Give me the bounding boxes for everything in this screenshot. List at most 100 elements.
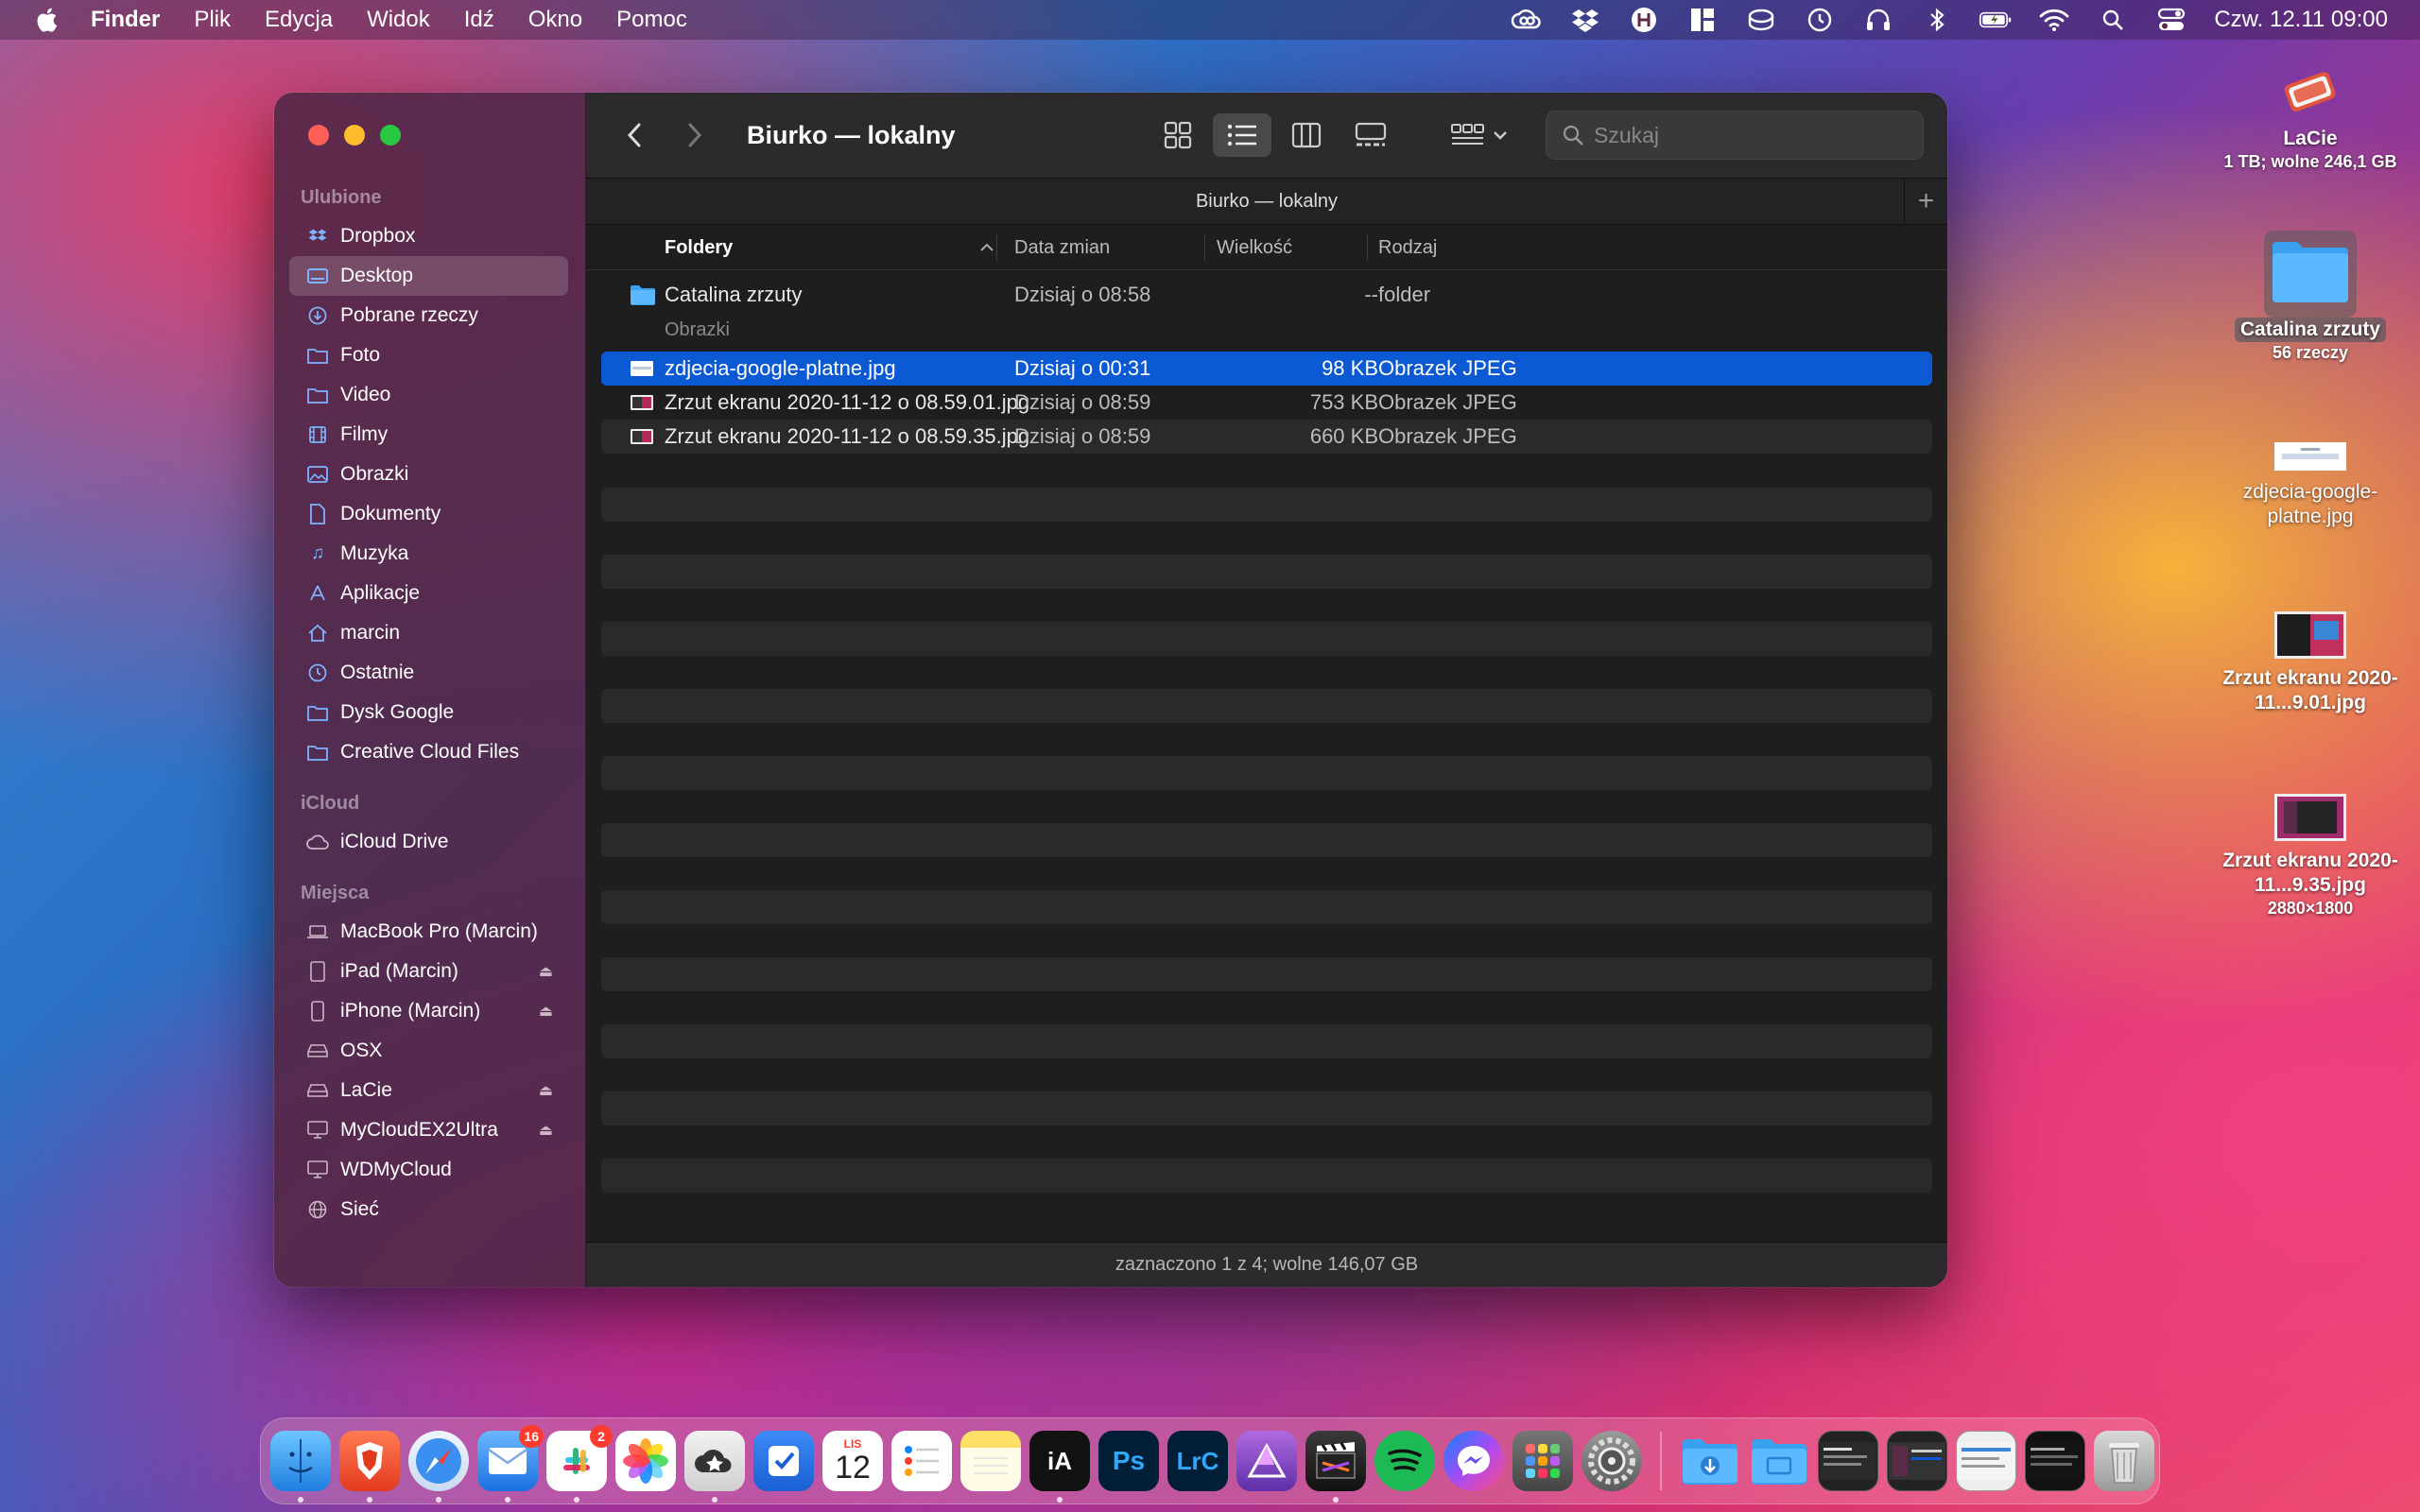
dock-calendar-icon[interactable]: LIS 12 — [822, 1431, 883, 1491]
desktop-icon-screenshot-2[interactable]: Zrzut ekranu 2020-11...9.35.jpg 2880×180… — [2216, 792, 2405, 919]
sidebar-item-mycloud-ex2[interactable]: MyCloudEX2Ultra ⏏ — [289, 1110, 568, 1150]
menu-okno[interactable]: Okno — [528, 7, 582, 33]
list-item-file[interactable]: Zrzut ekranu 2020-11-12 o 08.59.01.jpg D… — [601, 386, 1932, 420]
dock-spotify-icon[interactable] — [1374, 1431, 1435, 1491]
forward-button[interactable] — [671, 112, 718, 159]
battery-icon[interactable] — [1979, 7, 2012, 33]
dock-finder-icon[interactable] — [270, 1431, 331, 1503]
sidebar-item-iphone[interactable]: iPhone (Marcin) ⏏ — [289, 991, 568, 1031]
menu-edycja[interactable]: Edycja — [265, 7, 333, 33]
back-button[interactable] — [611, 112, 658, 159]
dock-trash-icon[interactable] — [2094, 1431, 2154, 1491]
menu-finder[interactable]: Finder — [91, 7, 160, 33]
group-by-button[interactable] — [1442, 113, 1517, 157]
list-item-file[interactable]: Zrzut ekranu 2020-11-12 o 08.59.35.jpg D… — [601, 420, 1932, 454]
dropbox-icon[interactable] — [1569, 7, 1601, 33]
column-size[interactable]: Wielkość — [1217, 225, 1292, 270]
sidebar-item-filmy[interactable]: Filmy — [289, 415, 568, 455]
hazel-icon[interactable] — [1628, 7, 1660, 33]
sidebar-item-dokumenty[interactable]: Dokumenty — [289, 494, 568, 534]
dock-downloads-stack-icon[interactable] — [1680, 1431, 1740, 1491]
dock-safari-icon[interactable] — [408, 1431, 469, 1503]
column-name[interactable]: Foldery — [665, 225, 733, 270]
column-divider[interactable] — [1367, 234, 1368, 261]
dock-things-icon[interactable] — [753, 1431, 814, 1491]
zoom-button[interactable] — [380, 125, 401, 146]
dock-reminders-icon[interactable] — [891, 1431, 952, 1491]
eject-icon[interactable]: ⏏ — [539, 1121, 553, 1140]
dock-window-thumbnail[interactable] — [1956, 1431, 2016, 1491]
control-center-icon[interactable] — [2155, 7, 2187, 33]
desktop-icon-catalina-folder[interactable]: Catalina zrzuty 56 rzeczy — [2216, 231, 2405, 363]
column-kind[interactable]: Rodzaj — [1378, 225, 1437, 270]
sidebar-item-desktop[interactable]: Desktop — [289, 256, 568, 296]
menu-plik[interactable]: Plik — [194, 7, 231, 33]
dock-desktop-stack-icon[interactable] — [1749, 1431, 1809, 1491]
dock-brave-icon[interactable] — [339, 1431, 400, 1503]
dock-ia-writer-icon[interactable]: iA — [1029, 1431, 1090, 1503]
dock-notes-icon[interactable] — [960, 1431, 1021, 1491]
menubar-clock[interactable]: Czw. 12.11 09:00 — [2214, 7, 2388, 33]
dock-system-preferences-icon[interactable] — [1582, 1431, 1642, 1491]
layout-icon[interactable] — [1686, 7, 1719, 33]
dock-window-thumbnail[interactable] — [1887, 1431, 1947, 1491]
dock-cloud-mounter-icon[interactable] — [684, 1431, 745, 1503]
sidebar-item-siec[interactable]: Sieć — [289, 1190, 568, 1229]
sidebar-item-wdmycloud[interactable]: WDMyCloud — [289, 1150, 568, 1190]
dock-window-thumbnail[interactable] — [1818, 1431, 1878, 1491]
spotlight-icon[interactable] — [2097, 7, 2129, 33]
time-machine-icon[interactable] — [1804, 7, 1836, 33]
sidebar-item-ipad[interactable]: iPad (Marcin) ⏏ — [289, 952, 568, 991]
menu-widok[interactable]: Widok — [367, 7, 430, 33]
sidebar-item-dysk-google[interactable]: Dysk Google — [289, 693, 568, 732]
dock-messenger-icon[interactable] — [1443, 1431, 1504, 1491]
new-tab-button[interactable]: + — [1904, 179, 1947, 224]
icon-view-button[interactable] — [1149, 113, 1207, 157]
sidebar-item-foto[interactable]: Foto — [289, 335, 568, 375]
sidebar-item-downloads[interactable]: Pobrane rzeczy — [289, 296, 568, 335]
desktop-icon-lacie[interactable]: LaCie 1 TB; wolne 246,1 GB — [2216, 64, 2405, 172]
creative-cloud-icon[interactable] — [1511, 7, 1543, 33]
minimize-button[interactable] — [344, 125, 365, 146]
sidebar-item-video[interactable]: Video — [289, 375, 568, 415]
sidebar-item-creative-cloud[interactable]: Creative Cloud Files — [289, 732, 568, 772]
desktop-icon-screenshot-1[interactable]: Zrzut ekranu 2020-11...9.01.jpg — [2216, 610, 2405, 715]
eject-icon[interactable]: ⏏ — [539, 1081, 553, 1100]
menu-idz[interactable]: Idź — [464, 7, 494, 33]
dock-window-thumbnail[interactable] — [2025, 1431, 2085, 1491]
bluetooth-icon[interactable] — [1921, 7, 1953, 33]
sidebar-item-ostatnie[interactable]: Ostatnie — [289, 653, 568, 693]
headphones-icon[interactable] — [1862, 7, 1894, 33]
dock-photoshop-icon[interactable]: Ps — [1098, 1431, 1159, 1491]
search-field[interactable] — [1546, 111, 1924, 160]
column-divider[interactable] — [1204, 234, 1205, 261]
menu-pomoc[interactable]: Pomoc — [616, 7, 687, 33]
sort-ascending-icon[interactable] — [979, 225, 994, 270]
dock-launchpad-icon[interactable] — [1512, 1431, 1573, 1491]
sidebar-item-aplikacje[interactable]: Aplikacje — [289, 574, 568, 613]
column-divider[interactable] — [996, 234, 997, 261]
gallery-view-button[interactable] — [1341, 113, 1400, 157]
sidebar-item-muzyka[interactable]: ♫ Muzyka — [289, 534, 568, 574]
column-view-button[interactable] — [1277, 113, 1336, 157]
desktop-icon-zdjecia[interactable]: zdjecia-google-platne.jpg — [2216, 437, 2405, 529]
dock-photos-icon[interactable] — [615, 1431, 676, 1491]
sidebar-item-icloud-drive[interactable]: iCloud Drive — [289, 822, 568, 862]
dock-final-cut-icon[interactable] — [1305, 1431, 1366, 1503]
sidebar-item-marcin[interactable]: marcin — [289, 613, 568, 653]
eject-icon[interactable]: ⏏ — [539, 962, 553, 981]
column-date[interactable]: Data zmian — [1014, 225, 1110, 270]
dock-slack-icon[interactable]: 2 — [546, 1425, 613, 1503]
eject-icon[interactable]: ⏏ — [539, 1002, 553, 1021]
dock-mail-icon[interactable]: 16 — [477, 1425, 544, 1503]
sidebar-item-macbook[interactable]: MacBook Pro (Marcin) — [289, 912, 568, 952]
list-item-file[interactable]: zdjecia-google-platne.jpg Dzisiaj o 00:3… — [601, 352, 1932, 386]
wifi-icon[interactable] — [2038, 7, 2070, 33]
apple-icon[interactable] — [34, 6, 62, 34]
sidebar-item-lacie[interactable]: LaCie ⏏ — [289, 1071, 568, 1110]
tab-desktop[interactable]: Biurko — lokalny — [1196, 191, 1338, 213]
disk-drive-icon[interactable] — [1745, 7, 1777, 33]
dock-affinity-photo-icon[interactable] — [1236, 1431, 1297, 1491]
close-button[interactable] — [308, 125, 329, 146]
dock-lightroom-icon[interactable]: LrC — [1167, 1431, 1228, 1491]
